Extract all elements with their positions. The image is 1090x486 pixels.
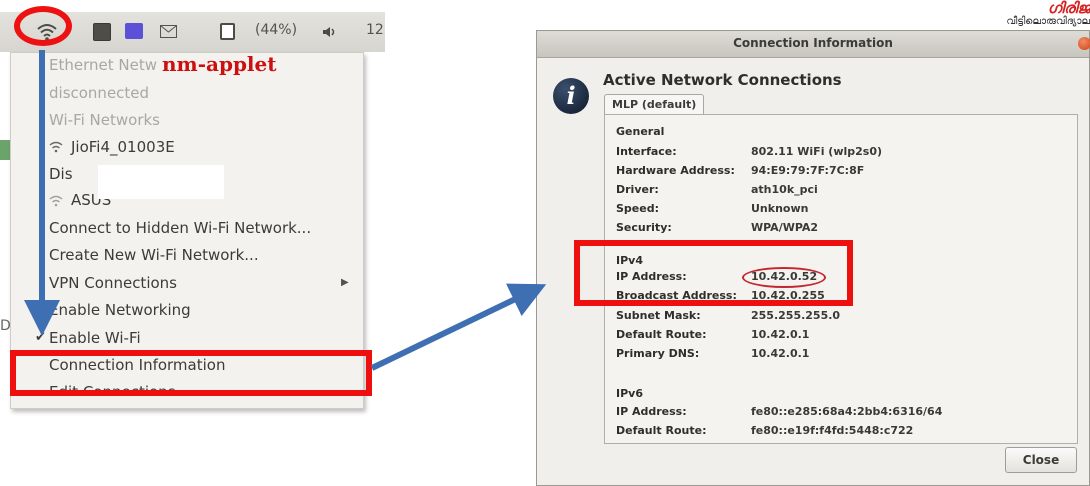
arrow-right <box>370 283 547 371</box>
annotation-arrows <box>24 50 547 371</box>
